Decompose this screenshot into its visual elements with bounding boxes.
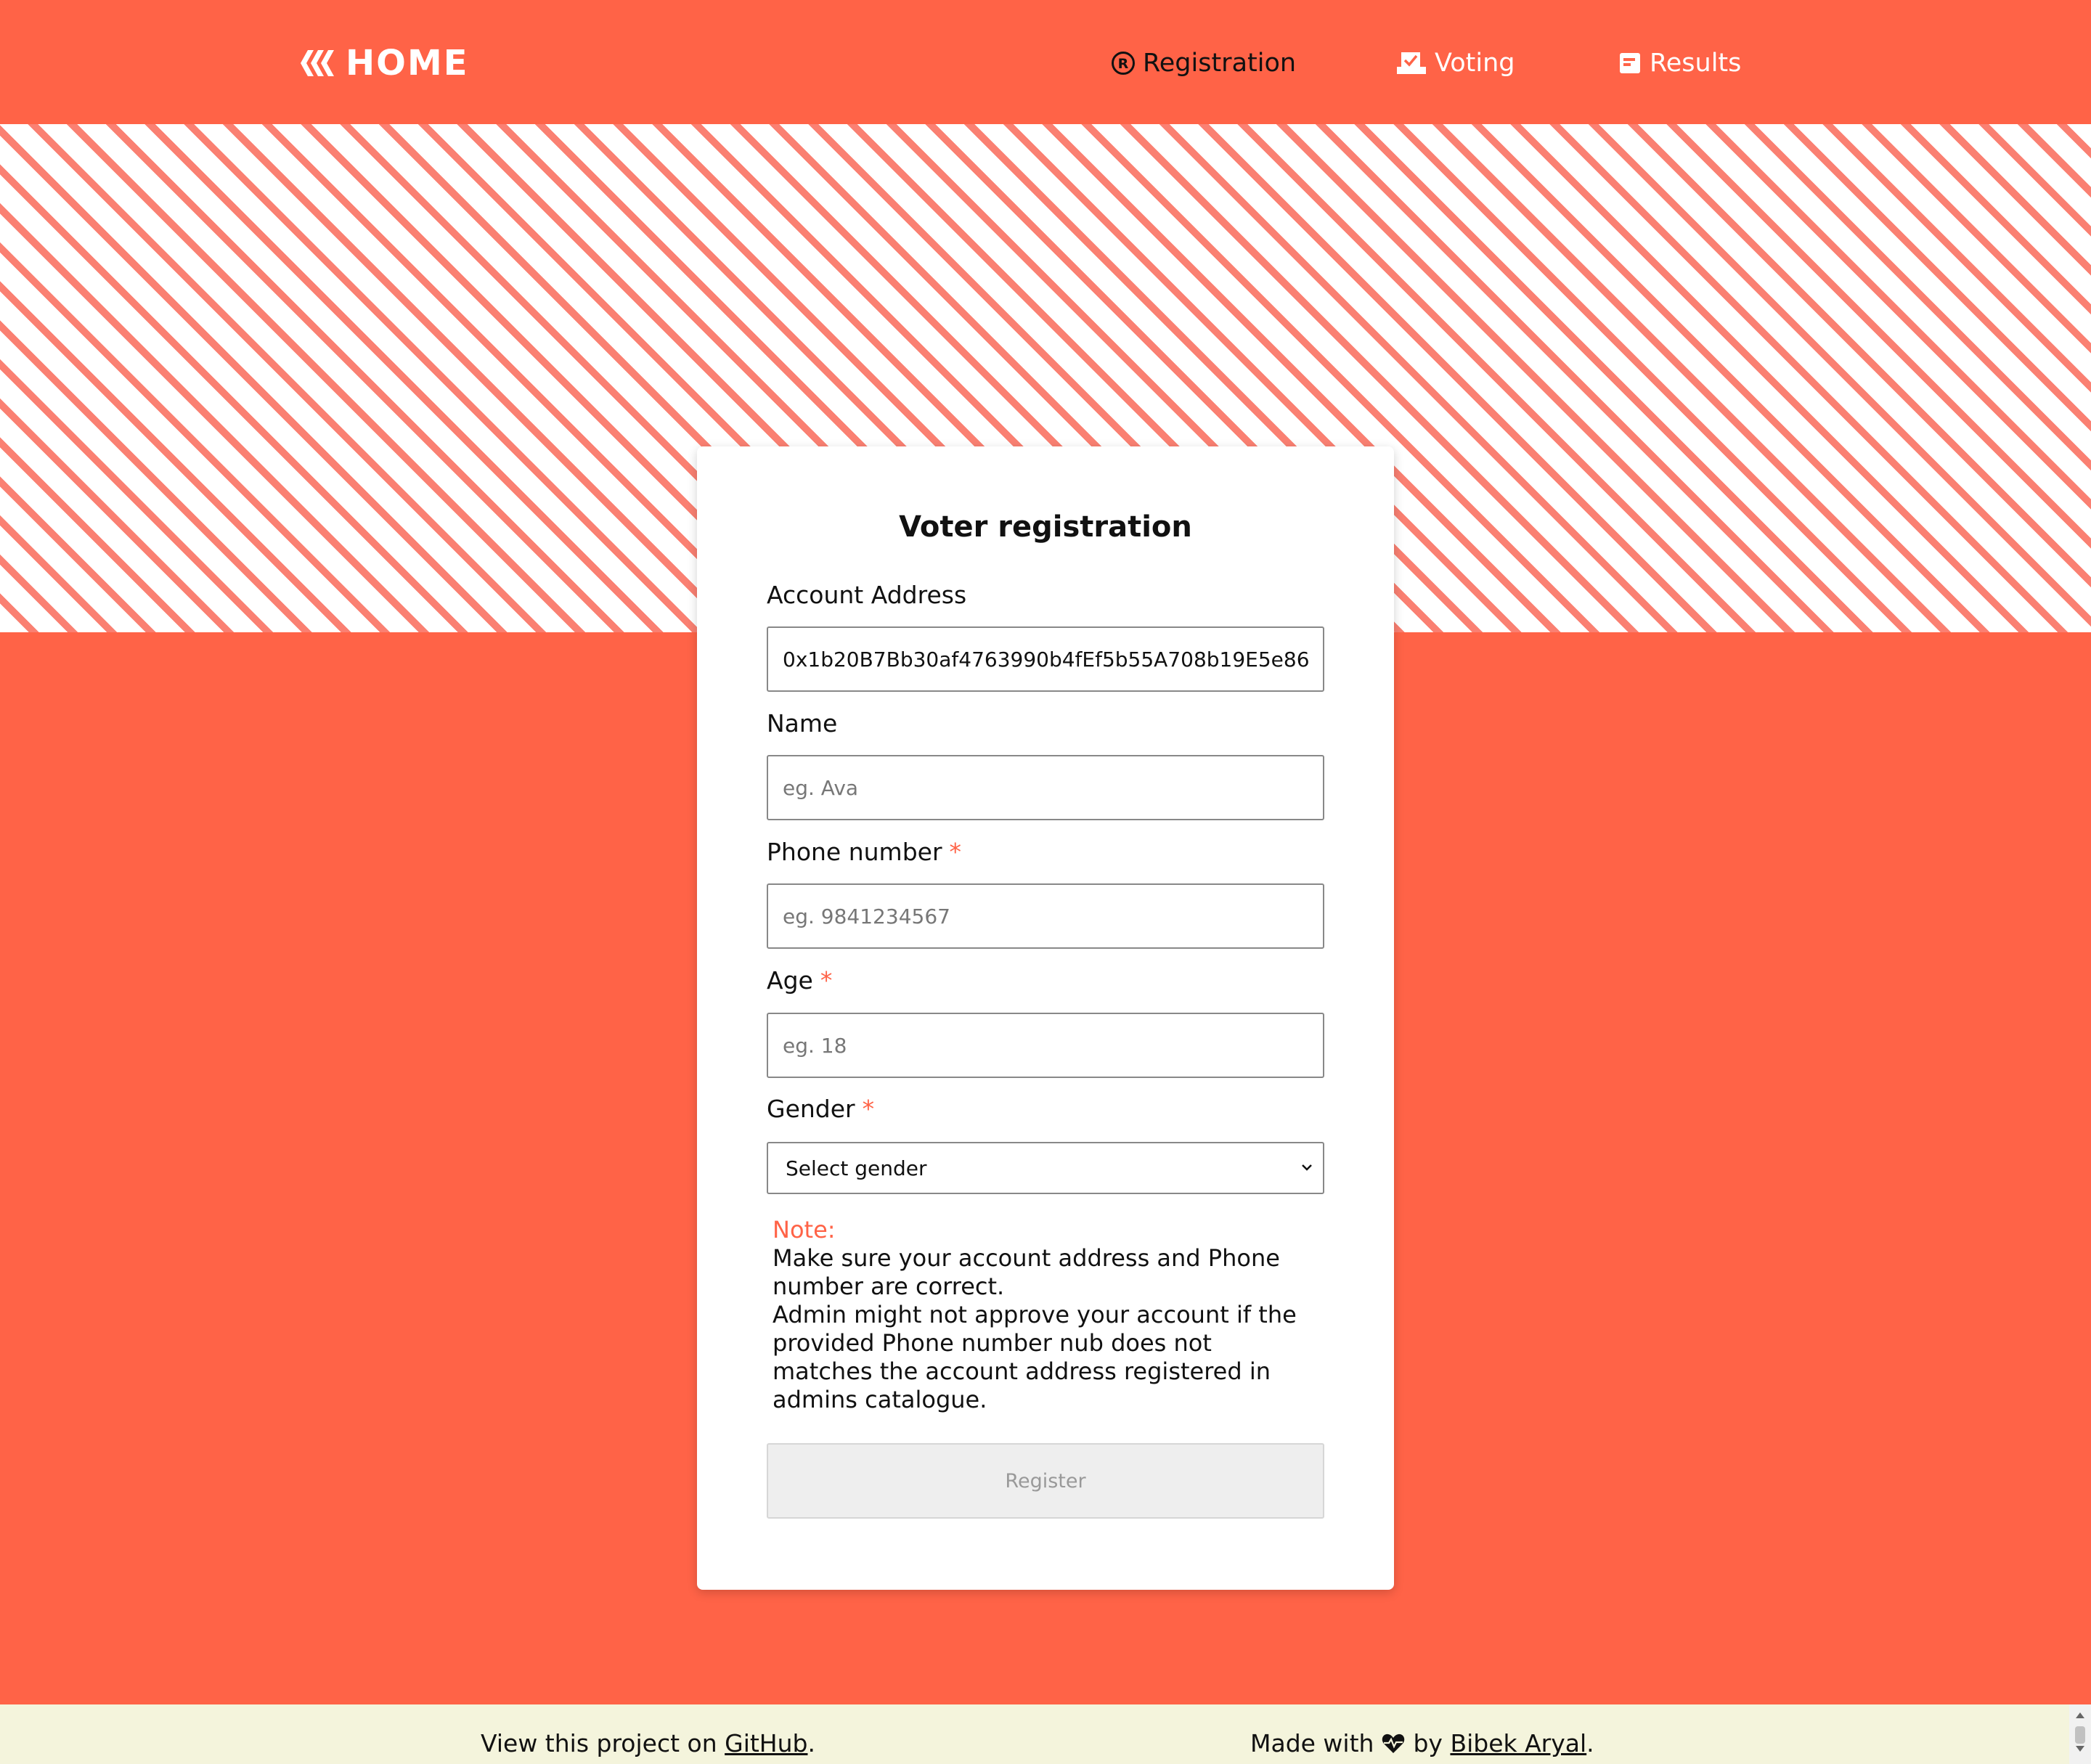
hive-icon xyxy=(301,50,334,76)
note-line: provided Phone number nub does not xyxy=(773,1329,1212,1357)
footer-right-prefix: Made with xyxy=(1250,1729,1374,1757)
age-label: Age * xyxy=(767,966,832,995)
scrollbar-thumb[interactable] xyxy=(2075,1726,2085,1744)
footer-left-prefix: View this project on xyxy=(481,1729,725,1757)
footer-left-suffix: . xyxy=(807,1729,815,1757)
page-title: Voter registration xyxy=(899,510,1192,544)
gender-label: Gender * xyxy=(767,1095,874,1123)
scroll-down-arrow-icon[interactable] xyxy=(2075,1745,2085,1752)
name-label: Name xyxy=(767,709,837,738)
registration-card: Voter registration Account Address Name … xyxy=(697,446,1394,1590)
nav-results[interactable]: Results xyxy=(1618,44,1741,83)
registered-icon: R xyxy=(1112,52,1135,75)
note-line: admins catalogue. xyxy=(773,1386,987,1413)
note-heading: Note: xyxy=(773,1216,836,1244)
brand-label: HOME xyxy=(346,43,469,83)
nav-results-label: Results xyxy=(1650,49,1742,78)
account-address-label: Account Address xyxy=(767,581,966,609)
required-asterisk: * xyxy=(949,838,962,866)
nav-voting[interactable]: Voting xyxy=(1395,44,1515,83)
navbar: HOME R Registration Voting Results xyxy=(0,0,2091,124)
github-link[interactable]: GitHub xyxy=(725,1729,807,1757)
note-line: Admin might not approve your account if … xyxy=(773,1301,1297,1328)
age-input[interactable] xyxy=(767,1013,1324,1078)
gender-label-text: Gender xyxy=(767,1095,855,1123)
nav-registration[interactable]: R Registration xyxy=(1111,44,1296,83)
scrollbar[interactable] xyxy=(2069,1704,2091,1764)
ballot-box-icon xyxy=(1397,52,1426,74)
nav-voting-label: Voting xyxy=(1435,49,1515,78)
phone-label: Phone number * xyxy=(767,838,961,866)
gender-select[interactable]: Select gender xyxy=(767,1142,1324,1194)
required-asterisk: * xyxy=(820,966,833,995)
footer-credit-text: Made with by Bibek Aryal. xyxy=(1250,1729,1594,1757)
footer-right-by: by xyxy=(1413,1729,1443,1757)
account-address-input[interactable] xyxy=(767,626,1324,692)
scroll-up-arrow-icon[interactable] xyxy=(2075,1712,2085,1719)
note-line: number are correct. xyxy=(773,1273,1005,1300)
poll-icon xyxy=(1620,53,1640,73)
nav-registration-label: Registration xyxy=(1143,49,1297,78)
phone-label-text: Phone number xyxy=(767,838,942,866)
brand-home-link[interactable]: HOME xyxy=(298,41,469,86)
chevron-down-icon xyxy=(1302,1164,1312,1171)
heart-pulse-icon xyxy=(1382,1734,1405,1753)
footer-right-suffix: . xyxy=(1586,1729,1594,1757)
name-input[interactable] xyxy=(767,755,1324,820)
footer-github-text: View this project on GitHub. xyxy=(481,1729,815,1757)
note-line: matches the account address registered i… xyxy=(773,1357,1271,1385)
author-link[interactable]: Bibek Aryal xyxy=(1450,1729,1586,1757)
age-label-text: Age xyxy=(767,966,813,995)
gender-selected-value: Select gender xyxy=(786,1156,927,1180)
required-asterisk: * xyxy=(862,1095,875,1123)
registration-note: Note: Make sure your account address and… xyxy=(773,1216,1324,1414)
account-address-label-text: Account Address xyxy=(767,581,967,609)
footer: View this project on GitHub. Made with b… xyxy=(0,1704,2091,1764)
name-label-text: Name xyxy=(767,709,838,738)
svg-text:R: R xyxy=(1118,56,1129,72)
phone-input[interactable] xyxy=(767,883,1324,949)
register-button[interactable]: Register xyxy=(767,1443,1324,1519)
note-line: Make sure your account address and Phone xyxy=(773,1244,1280,1272)
